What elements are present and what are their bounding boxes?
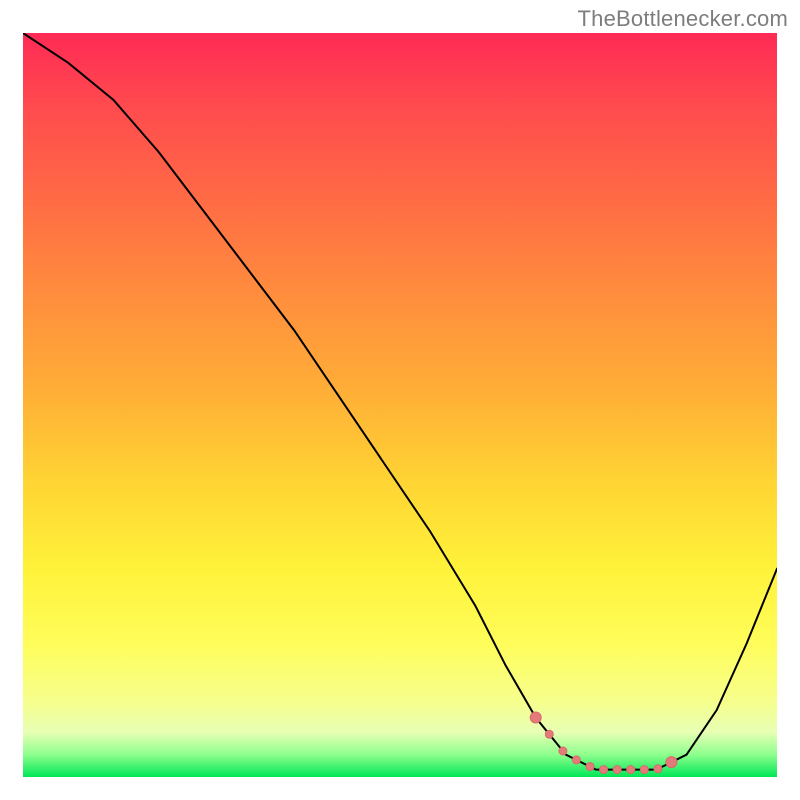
flat-zone-dot bbox=[572, 756, 580, 764]
flat-zone-dot bbox=[559, 747, 567, 755]
flat-zone-dot bbox=[627, 766, 635, 774]
flat-zone-markers bbox=[530, 712, 677, 774]
flat-zone-dot bbox=[600, 766, 608, 774]
attribution-text: TheBottlenecker.com bbox=[578, 6, 788, 32]
curve-layer bbox=[23, 33, 777, 777]
flat-zone-dot bbox=[530, 712, 541, 723]
flat-zone-dot bbox=[613, 766, 621, 774]
bottleneck-curve-path bbox=[23, 33, 777, 770]
flat-zone-dot bbox=[586, 763, 594, 771]
flat-zone-dot bbox=[545, 730, 553, 738]
flat-zone-dot bbox=[640, 766, 648, 774]
chart-area bbox=[23, 33, 777, 777]
flat-zone-dot bbox=[666, 757, 677, 768]
flat-zone-dot bbox=[654, 765, 662, 773]
